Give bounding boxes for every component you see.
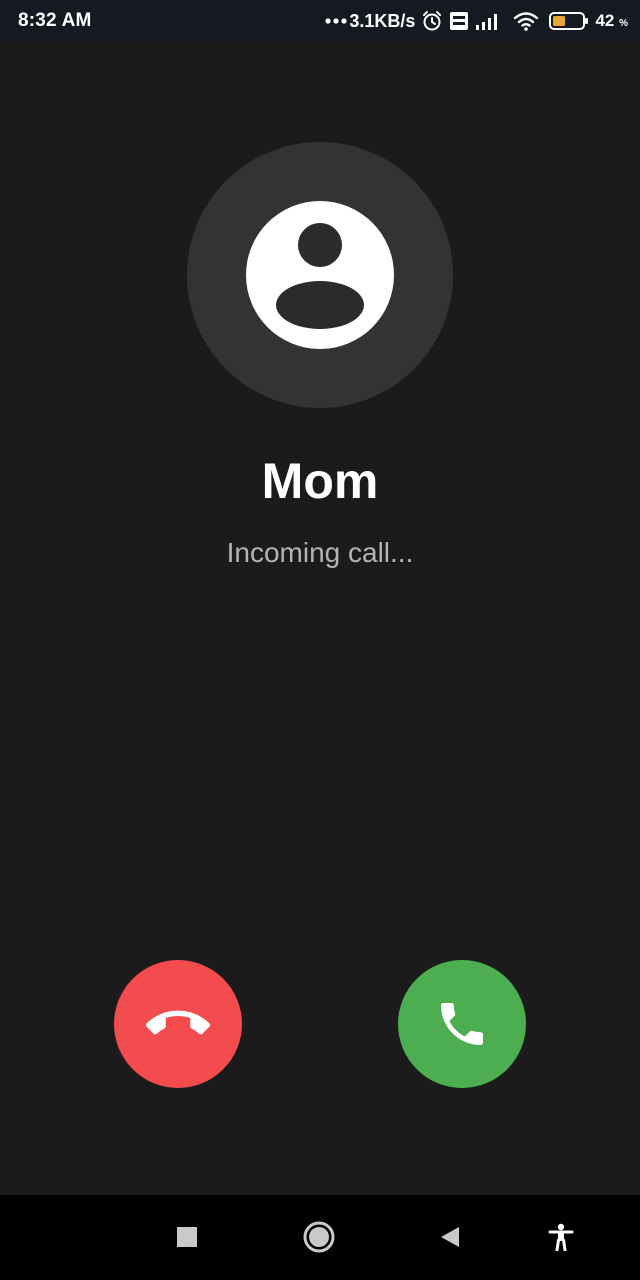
home-circle-icon: [303, 1221, 335, 1253]
accept-call-button[interactable]: [398, 960, 526, 1088]
alarm-icon: [421, 10, 443, 32]
battery-percent: 42 %: [595, 11, 628, 31]
default-person-icon: [246, 201, 394, 349]
status-time: 8:32 AM: [18, 10, 92, 31]
hang-up-icon: [146, 992, 210, 1056]
decline-call-button[interactable]: [114, 960, 242, 1088]
incoming-call-screen: 8:32 AM 3.1KB/s 42 % Mom Incoming call..…: [0, 0, 640, 1280]
recents-button[interactable]: [165, 1215, 209, 1259]
back-button[interactable]: [428, 1215, 472, 1259]
battery-percent-value: 42: [595, 11, 615, 30]
accessibility-icon: [548, 1223, 574, 1251]
recents-square-icon: [177, 1227, 197, 1247]
accessibility-button[interactable]: [539, 1215, 583, 1259]
battery-percent-unit: %: [619, 18, 628, 29]
status-bar: 8:32 AM 3.1KB/s 42 %: [0, 0, 640, 42]
caller-avatar: [187, 142, 453, 408]
signal-icon: [475, 11, 501, 31]
more-dots-icon: [325, 17, 347, 25]
call-status-text: Incoming call...: [226, 537, 414, 568]
network-speed: 3.1KB/s: [349, 10, 416, 31]
phone-icon: [434, 996, 490, 1052]
back-triangle-icon: [441, 1227, 459, 1247]
system-navigation-bar: [0, 1195, 640, 1280]
caller-name: Mom: [261, 453, 379, 509]
wifi-icon: [513, 10, 539, 32]
home-button[interactable]: [297, 1215, 341, 1259]
battery-icon: [549, 11, 589, 31]
status-indicators: 3.1KB/s 42 %: [325, 8, 628, 34]
volte-icon: [449, 11, 469, 31]
